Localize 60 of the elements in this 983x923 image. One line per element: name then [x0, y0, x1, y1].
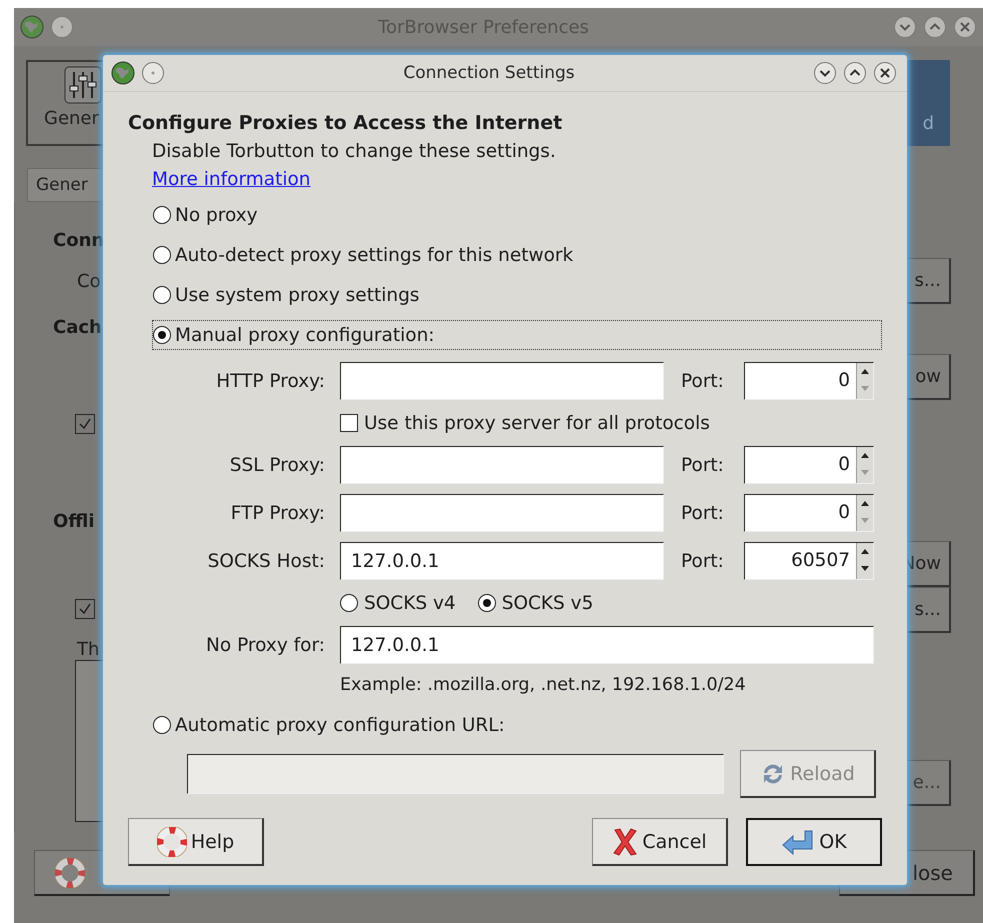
radio-button[interactable] — [153, 286, 171, 304]
proxy-field[interactable]: 127.0.0.1 — [340, 542, 664, 580]
radio-label: SOCKS v4 — [364, 592, 456, 614]
field-label: No Proxy for: — [205, 634, 325, 656]
port-label: Port: — [681, 550, 725, 572]
proxy-field[interactable] — [340, 362, 664, 400]
radio-button[interactable] — [153, 246, 171, 264]
port-label: Port: — [681, 454, 725, 476]
cancel-button[interactable]: Cancel — [592, 818, 728, 866]
radio-button[interactable] — [153, 206, 171, 224]
window-menu-button[interactable] — [141, 61, 165, 85]
section-heading: Configure Proxies to Access the Internet — [128, 112, 564, 134]
more-information-link[interactable]: More information — [152, 169, 311, 190]
checkmark-icon — [78, 602, 92, 616]
proxy-field[interactable] — [340, 446, 664, 484]
radio-button[interactable] — [478, 594, 496, 612]
field-label: SSL Proxy: — [228, 454, 325, 476]
label-text: Th — [76, 638, 100, 660]
radio-label: Auto-detect proxy settings for this network — [175, 244, 574, 266]
help-button[interactable]: Help — [128, 818, 264, 866]
lifebuoy-icon — [55, 858, 85, 888]
ok-button[interactable]: OK — [746, 818, 882, 866]
label-text: Co — [76, 270, 101, 292]
checkbox[interactable] — [75, 599, 95, 619]
lifebuoy-icon — [156, 826, 187, 856]
example-text: Example: .mozilla.org, .net.nz, 192.168.1.0/24 — [340, 674, 747, 696]
checkbox[interactable] — [75, 414, 95, 434]
radio-label: Use system proxy settings — [175, 284, 420, 306]
proxy-field[interactable] — [340, 494, 664, 532]
globe-icon — [20, 15, 44, 39]
no-proxy-field[interactable]: 127.0.0.1 — [340, 626, 874, 664]
radio-label: Automatic proxy configuration URL: — [175, 714, 505, 736]
port-label: Port: — [681, 370, 725, 392]
radio-button[interactable] — [340, 594, 358, 612]
radio-button[interactable] — [153, 716, 171, 734]
checkbox-label: Use this proxy server for all protocols — [364, 412, 710, 434]
checkbox[interactable] — [340, 414, 358, 432]
port-spinner[interactable]: 0 — [744, 446, 874, 484]
close-button[interactable] — [873, 61, 897, 85]
radio-label: No proxy — [175, 204, 258, 226]
field-label: SOCKS Host: — [206, 550, 325, 572]
globe-icon — [111, 61, 135, 85]
cross-icon — [612, 826, 638, 856]
radio-label: SOCKS v5 — [502, 592, 594, 614]
field-label: FTP Proxy: — [230, 502, 325, 524]
port-label: Port: — [681, 502, 725, 524]
dialog-title: Connection Settings — [402, 63, 576, 83]
section-heading: Offli — [53, 511, 95, 532]
maximize-button[interactable] — [843, 61, 867, 85]
note-text: Disable Torbutton to change these settings. — [152, 141, 557, 162]
radio-button[interactable] — [153, 326, 171, 344]
radio-label: Manual proxy configuration: — [175, 324, 435, 346]
section-heading: Cach — [53, 316, 102, 338]
minimize-button[interactable] — [813, 61, 837, 85]
port-spinner[interactable]: 60507 — [744, 542, 874, 580]
checkmark-icon — [78, 417, 92, 431]
field-label: HTTP Proxy: — [215, 370, 325, 392]
port-spinner[interactable]: 0 — [744, 362, 874, 400]
port-spinner[interactable]: 0 — [744, 494, 874, 532]
return-arrow-icon — [781, 828, 816, 856]
